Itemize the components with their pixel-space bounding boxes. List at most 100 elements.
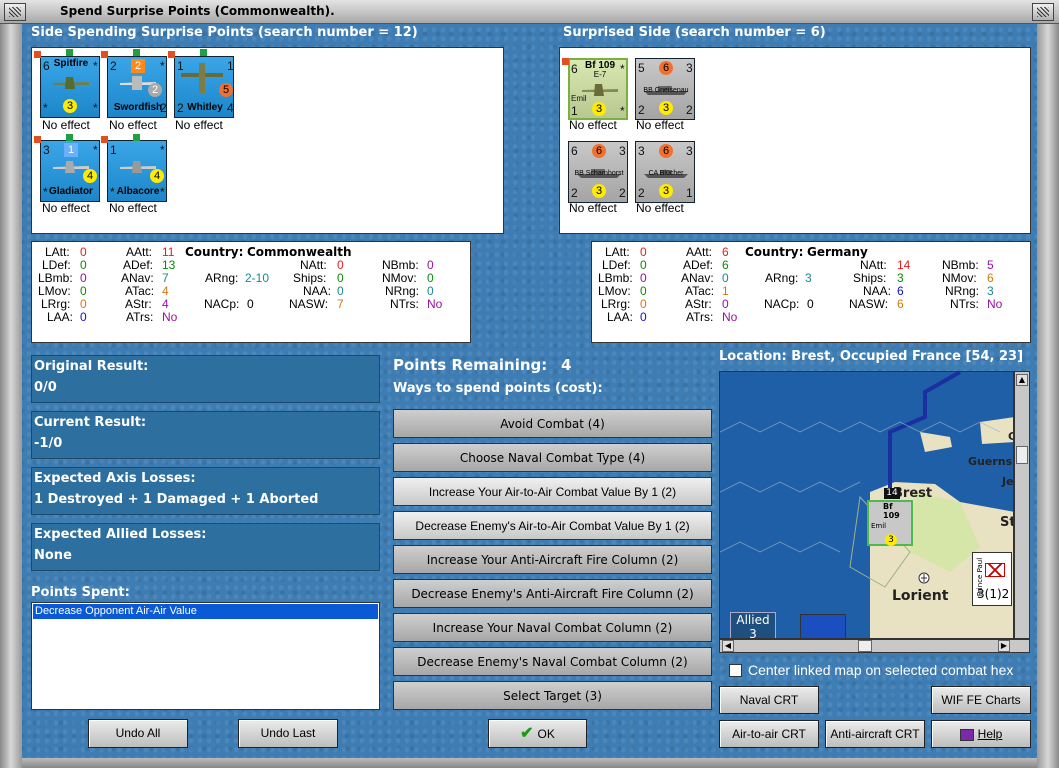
unit-name: Albacore (116, 186, 160, 197)
system-menu-icon[interactable] (4, 3, 26, 21)
unit-effect: No effect (109, 118, 157, 132)
stat-value: 0 (640, 258, 647, 272)
stat-value: 0 (640, 310, 647, 324)
unit-value: * (93, 143, 98, 157)
scroll-up-icon[interactable]: ▲ (1016, 374, 1028, 386)
undo-last-button[interactable]: Undo Last (238, 719, 338, 748)
port-icon (918, 572, 930, 584)
ways-to-spend-label: Ways to spend points (cost): (393, 381, 603, 396)
allied-stack-indicator[interactable]: Allied 3 (730, 612, 776, 638)
unit-effect: No effect (636, 118, 684, 132)
stat-label: ARng: (205, 271, 239, 285)
unit-name: Spitfire (53, 58, 89, 69)
wif-fe-charts-button[interactable]: WIF FE Charts (931, 686, 1031, 714)
stat-label: LBmb: (38, 271, 73, 285)
status-dot (34, 51, 41, 58)
stat-value: 0 (722, 271, 729, 285)
stat-label: NTrs: (390, 297, 419, 311)
stat-value: No (162, 310, 178, 324)
naval-crt-button[interactable]: Naval CRT (719, 686, 819, 714)
status-dot (66, 134, 73, 141)
map-vertical-scrollbar[interactable]: ▲ (1014, 371, 1030, 639)
unit-counter-bf109[interactable]: 6 Bf 109 E-7 Emil 3 1 * * (568, 58, 628, 120)
pilot-name: Emil (571, 94, 587, 103)
unit-value: 3 (592, 184, 606, 198)
unit-value: 2 (160, 101, 167, 115)
map-unit-bf109[interactable]: Bf 109 Emil 3 (867, 500, 913, 546)
stat-label: LRrg: (601, 297, 631, 311)
map-label-lorient: Lorient (892, 588, 949, 604)
stat-label: NAA: (303, 284, 332, 298)
status-dot (133, 134, 140, 141)
unit-value: 4 (83, 169, 97, 183)
stat-label: AStr: (125, 297, 152, 311)
map-unit-naval[interactable] (800, 614, 846, 638)
unit-value: 3 (592, 102, 606, 116)
decrease-enemy-naval-combat-button[interactable]: Decrease Enemy's Naval Combat Column (2) (393, 647, 712, 676)
points-spent-list[interactable]: Decrease Opponent Air-Air Value (31, 602, 380, 710)
decrease-enemy-air-to-air-button[interactable]: Decrease Enemy's Air-to-Air Combat Value… (393, 511, 712, 540)
stat-value: 3 (987, 284, 994, 298)
scroll-thumb[interactable] (858, 640, 872, 652)
unit-counter-bb-scharnhorst[interactable]: 6 6 3 BB Scharnhorst 2 3 2 (568, 141, 628, 203)
close-icon[interactable] (1032, 3, 1054, 21)
ok-button[interactable]: ✔ OK (488, 719, 587, 748)
unit-counter-gladiator[interactable]: 3 1 * 4 Gladiator * (40, 140, 100, 202)
stat-value: 0 (640, 297, 647, 311)
unit-name: BB Scharnhorst (574, 170, 624, 177)
stat-label: LAtt: (45, 245, 70, 259)
decrease-enemy-anti-aircraft-button[interactable]: Decrease Enemy's Anti-Aircraft Fire Colu… (393, 579, 712, 608)
unit-value: 2 (177, 101, 184, 115)
stat-label: ADef: (123, 258, 154, 272)
select-target-button[interactable]: Select Target (3) (393, 681, 712, 710)
stat-value: 6 (897, 284, 904, 298)
points-spent-label: Points Spent: (31, 585, 130, 600)
scroll-left-icon[interactable]: ◀ (722, 640, 734, 652)
anti-aircraft-crt-button[interactable]: Anti-aircraft CRT (825, 720, 925, 748)
air-to-air-crt-button[interactable]: Air-to-air CRT (719, 720, 819, 748)
stat-label: NMov: (382, 271, 417, 285)
dialog-window: Spend Surprise Points (Commonwealth). Si… (0, 0, 1059, 768)
title-bar: Spend Surprise Points (Commonwealth). (0, 0, 1059, 24)
avoid-combat-button[interactable]: Avoid Combat (4) (393, 409, 712, 438)
stat-label: ARng: (765, 271, 799, 285)
stat-value: 2-10 (245, 271, 270, 285)
unit-name: Gladiator (49, 186, 93, 197)
scroll-right-icon[interactable]: ▶ (998, 640, 1010, 652)
stat-label: LDef: (42, 258, 71, 272)
list-item[interactable]: Decrease Opponent Air-Air Value (33, 604, 378, 619)
undo-all-button[interactable]: Undo All (88, 719, 188, 748)
increase-anti-aircraft-button[interactable]: Increase Your Anti-Aircraft Fire Column … (393, 545, 712, 574)
increase-air-to-air-button[interactable]: Increase Your Air-to-Air Combat Value By… (393, 477, 712, 506)
unit-value: 3 (659, 184, 673, 198)
center-map-checkbox[interactable] (729, 664, 742, 677)
bottom-frame (22, 758, 1037, 768)
unit-value: 3 (43, 143, 50, 157)
unit-value: * (110, 185, 115, 199)
stat-value: 0 (427, 284, 434, 298)
map-unit-prince-paul[interactable]: Prince Paul 3(1)2 (972, 552, 1012, 606)
country-label: Country: (185, 245, 244, 259)
points-remaining-label: Points Remaining: (393, 356, 548, 374)
scroll-thumb[interactable] (1016, 446, 1028, 464)
status-dot (101, 136, 108, 143)
mini-map[interactable]: Brest Lorient Guerns Je St C 14 Bf 109 E… (719, 371, 1014, 639)
increase-naval-combat-button[interactable]: Increase Your Naval Combat Column (2) (393, 613, 712, 642)
map-horizontal-scrollbar[interactable]: ◀ ▶ (719, 639, 1030, 653)
ok-label: OK (537, 727, 555, 741)
unit-value: 2 (619, 186, 626, 200)
unit-counter-spitfire[interactable]: 6 Spitfire 3 * * * (40, 56, 100, 118)
stat-label: LAA: (607, 310, 634, 324)
unit-counter-whitley[interactable]: 1 1 5 Whitley 2 4 (174, 56, 234, 118)
stat-label: ATrs: (126, 310, 154, 324)
stat-value: 0 (722, 297, 729, 311)
help-button[interactable]: Help (931, 720, 1031, 748)
unit-value: 1 (686, 186, 693, 200)
unit-value: 4 (150, 169, 164, 183)
unit-counter-bb-gneisenau[interactable]: 5 6 3 BB Gneisenau 2 3 2 (635, 58, 695, 120)
stat-value: 6 (722, 245, 729, 259)
unit-counter-swordfish[interactable]: 2 2 * 2 Swordfish 2 (107, 56, 167, 118)
unit-counter-albacore[interactable]: 1 * 4 Albacore * * (107, 140, 167, 202)
unit-counter-ca-blucher[interactable]: 3 6 3 CA Blücher 2 3 1 (635, 141, 695, 203)
choose-naval-combat-type-button[interactable]: Choose Naval Combat Type (4) (393, 443, 712, 472)
